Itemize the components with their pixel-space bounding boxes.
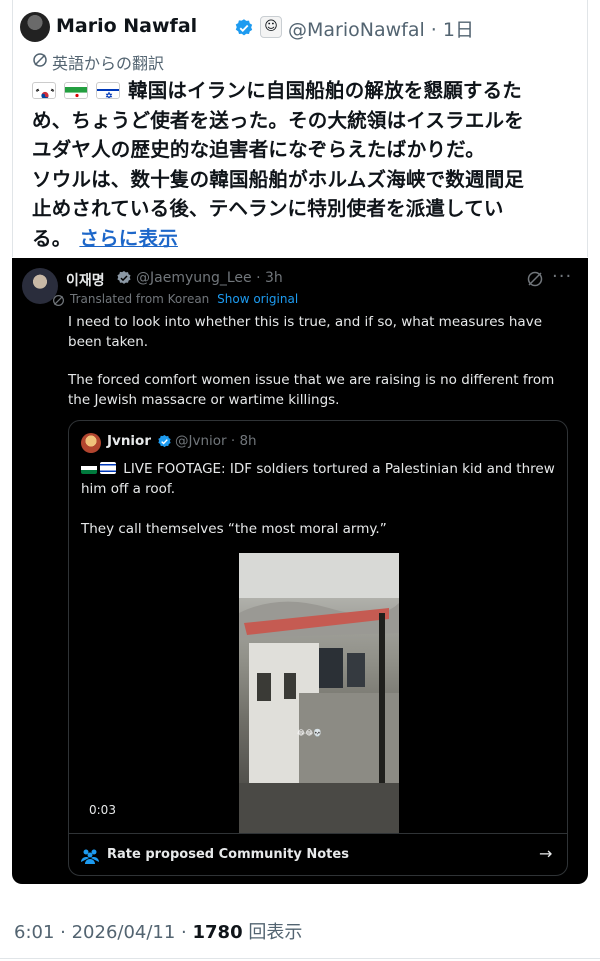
post-timestamp[interactable]: 6:01 · 2026/04/11 ·	[14, 922, 193, 943]
grok-icon	[527, 271, 543, 287]
post-meta: 6:01 · 2026/04/11 · 1780 回表示	[14, 918, 302, 944]
divider	[0, 958, 600, 959]
show-more-link[interactable]: さらに表示	[79, 227, 178, 250]
quoted-author-name: Jvnior	[107, 433, 151, 449]
translated-from-label: Translated from Korean Show original	[70, 292, 298, 306]
more-options-icon: ···	[552, 266, 573, 287]
arrow-right-icon: →	[539, 844, 553, 863]
translate-icon	[33, 53, 47, 67]
verified-badge-icon[interactable]	[234, 18, 254, 38]
video-player: 😂😂💀 0:03	[69, 553, 567, 833]
show-original-link: Show original	[217, 292, 299, 306]
video-still	[239, 553, 399, 833]
israel-flag-icon	[100, 462, 116, 474]
translate-icon	[53, 295, 64, 306]
embedded-author-handle: @Jaemyung_Lee · 3h	[136, 270, 283, 286]
south-korea-flag-icon	[32, 82, 56, 99]
quoted-post: Jvnior @Jvnior · 8h LIVE FOOTAGE: IDF so…	[68, 420, 568, 876]
embedded-image[interactable]: 이재명 @Jaemyung_Lee · 3h ··· Translated fr…	[12, 258, 588, 884]
author-handle[interactable]: @MarioNawfal · 1日	[288, 15, 474, 42]
community-notes-icon	[81, 849, 99, 864]
post-text: 韓国はイランに自国船舶の解放を懇願するた め、ちょうど使者を送った。その大統領は…	[32, 76, 562, 253]
post-text-line: 韓国はイランに自国船舶の解放を懇願するた	[128, 79, 523, 102]
post-text-line: め、ちょうど使者を送った。その大統領はイスラエルを	[32, 108, 524, 132]
embedded-author-name: 이재명	[66, 273, 105, 289]
video-frame: 😂😂💀	[239, 553, 399, 833]
avatar[interactable]	[20, 12, 50, 42]
community-notes-label: Rate proposed Community Notes	[107, 847, 349, 862]
view-label: 回表示	[242, 922, 303, 943]
quoted-author-handle: @Jvnior · 8h	[175, 433, 257, 449]
post-text-line: ユダヤ人の歴史的な迫害者になぞらえたばかりだ。	[32, 138, 485, 161]
verified-badge-icon	[158, 434, 171, 448]
post-text-line: ソウルは、数十隻の韓国船舶がホルムズ海峡で数週間足	[32, 167, 525, 191]
community-notes-bar: Rate proposed Community Notes →	[69, 833, 567, 875]
jordan-flag-icon	[81, 462, 97, 474]
quoted-text-line: LIVE FOOTAGE: IDF soldiers tortured a Pa…	[81, 461, 555, 497]
video-timestamp: 0:03	[89, 803, 116, 817]
view-count: 1780	[192, 922, 243, 943]
author-name[interactable]: Mario Nawfal	[56, 15, 197, 37]
embedded-paragraph: The forced comfort women issue that we a…	[68, 372, 555, 408]
post-header: Mario Nawfal ☺ @MarioNawfal · 1日	[20, 12, 580, 44]
verified-badge-icon	[117, 271, 131, 284]
quoted-text: LIVE FOOTAGE: IDF soldiers tortured a Pa…	[81, 459, 561, 539]
post-text-line: る。	[32, 226, 72, 250]
post-text-line: 止めされている後、テヘランに特別使者を派遣してい	[32, 197, 504, 220]
quoted-text-line: They call themselves “the most moral arm…	[81, 521, 387, 537]
video-caption: 😂😂💀	[297, 729, 323, 737]
translated-from-text: Translated from Korean	[70, 292, 210, 306]
embedded-paragraph: I need to look into whether this is true…	[68, 314, 543, 350]
israel-flag-icon	[96, 82, 120, 99]
iran-flag-icon	[64, 82, 88, 99]
affiliate-badge-icon[interactable]: ☺	[260, 16, 282, 38]
avatar	[81, 433, 101, 453]
translation-label: 英語からの翻訳	[52, 54, 165, 73]
